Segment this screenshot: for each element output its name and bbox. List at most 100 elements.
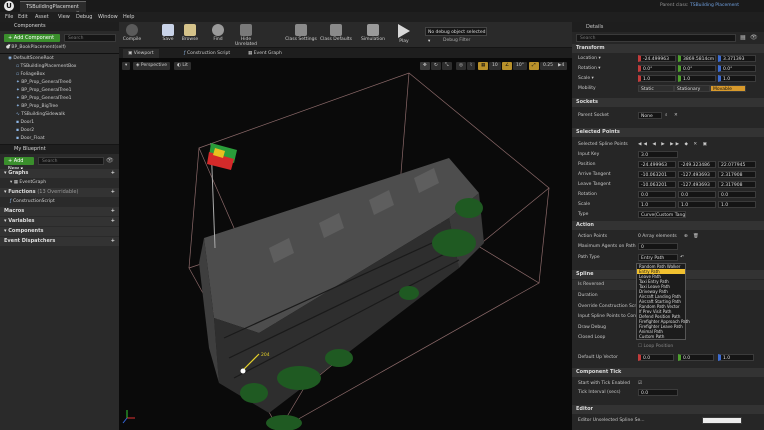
path-option[interactable]: Custom Path xyxy=(637,334,685,339)
play-button[interactable]: Play xyxy=(393,24,415,44)
viewport[interactable]: 204 xyxy=(119,48,572,430)
tab-event-graph[interactable]: ▦ Event Graph xyxy=(243,49,287,58)
point-scale-x-field[interactable]: 1.0 xyxy=(638,201,676,208)
construction-script-item[interactable]: ƒ ConstructionScript xyxy=(10,198,55,206)
search-icon[interactable]: ⌕ xyxy=(665,111,668,121)
tree-item[interactable]: ✦ BP_Prop_BigTree xyxy=(16,103,58,111)
location-y-field[interactable]: 3869.5814cm xyxy=(678,55,716,62)
menu-view[interactable]: View xyxy=(58,12,70,22)
mobility-static-button[interactable]: Static xyxy=(638,85,674,92)
scale-z-field[interactable]: 1.0 xyxy=(718,75,756,82)
add-graph-icon[interactable]: + xyxy=(111,169,115,178)
rotation-snap-value[interactable]: 10° xyxy=(513,62,527,70)
sockets-section[interactable]: Sockets xyxy=(572,98,764,107)
blueprint-search-input[interactable]: Search xyxy=(38,157,104,165)
components-search-input[interactable]: Search xyxy=(64,34,116,42)
rotation-x-field[interactable]: 0.0° xyxy=(638,65,676,72)
clear-icon[interactable]: ✕ xyxy=(674,111,678,121)
transform-section[interactable]: Transform xyxy=(572,44,764,53)
leave-x-field[interactable]: -10.063201 xyxy=(638,181,676,188)
menu-window[interactable]: Window xyxy=(98,12,118,22)
parent-class-link[interactable]: TSBuilding Placement xyxy=(690,3,739,8)
view-options-icon[interactable]: ▦ xyxy=(740,34,746,41)
point-rotation-y-field[interactable]: 0.0 xyxy=(678,191,716,198)
compile-button[interactable]: Compile xyxy=(121,24,143,42)
visibility-icon[interactable]: 👁 xyxy=(750,34,758,41)
mobility-movable-button[interactable]: Movable xyxy=(710,85,746,92)
rotate-tool-icon[interactable]: ↻ xyxy=(431,62,441,70)
event-graph-item[interactable]: ▾ ▦ EventGraph xyxy=(10,179,46,187)
debug-object-select[interactable]: No debug object selected ▾ xyxy=(425,27,487,44)
tab-construction-script[interactable]: ƒ Construction Script xyxy=(179,49,235,58)
add-element-icon[interactable]: ⊕ xyxy=(684,232,688,242)
tab-viewport[interactable]: ▣ Viewport xyxy=(123,49,159,58)
leave-z-field[interactable]: 2.317908 xyxy=(718,181,756,188)
location-x-field[interactable]: -24.499963 xyxy=(638,55,676,62)
macros-section[interactable]: Macros + xyxy=(0,207,119,216)
scale-snap-toggle[interactable]: ⤢ xyxy=(529,62,539,70)
location-label[interactable]: Location ▾ xyxy=(578,54,601,64)
tree-item[interactable]: ▫ TSBuildingPlacementBox xyxy=(16,63,76,71)
menu-help[interactable]: Help xyxy=(123,12,134,22)
unreal-logo-icon[interactable]: U xyxy=(4,1,14,11)
point-scale-z-field[interactable]: 1.0 xyxy=(718,201,756,208)
reset-to-default-icon[interactable]: ↶ xyxy=(680,253,684,263)
graphs-section[interactable]: ▾ Graphs + xyxy=(0,169,119,178)
tree-item[interactable]: ✦ BP_Prop_GeneralTree0 xyxy=(16,79,71,87)
surface-snap-icon[interactable]: ⌇ xyxy=(467,62,476,70)
menu-edit[interactable]: Edit xyxy=(18,12,28,22)
simulation-button[interactable]: Simulation xyxy=(359,24,387,42)
add-variable-icon[interactable]: + xyxy=(111,217,115,226)
find-button[interactable]: Find xyxy=(207,24,229,42)
point-type-select[interactable]: Curve(Custom Tangent) xyxy=(638,211,686,218)
editor-section[interactable]: Editor xyxy=(572,405,764,414)
rotation-y-field[interactable]: 0.0° xyxy=(678,65,716,72)
default-up-y-field[interactable]: 0.0 xyxy=(678,354,714,361)
variables-section[interactable]: ▾ Variables + xyxy=(0,217,119,226)
document-tab[interactable]: TSBuildingPlacement ✕ xyxy=(20,1,86,16)
menu-asset[interactable]: Asset xyxy=(35,12,49,22)
leave-y-field[interactable]: -127.493693 xyxy=(678,181,716,188)
browse-button[interactable]: Browse xyxy=(179,24,201,42)
mobility-stationary-button[interactable]: Stationary xyxy=(674,85,710,92)
selected-points-section[interactable]: Selected Points xyxy=(572,128,764,137)
rotation-z-field[interactable]: 0.0° xyxy=(718,65,756,72)
tree-item[interactable]: ✦ BP_Prop_GeneralTree1 xyxy=(16,95,71,103)
class-defaults-button[interactable]: Class Defaults xyxy=(319,24,353,42)
tree-item[interactable]: ▪ Door2 xyxy=(16,127,34,135)
add-component-button[interactable]: + Add Component ▾ xyxy=(4,34,60,49)
arrive-x-field[interactable]: -10.063201 xyxy=(638,171,676,178)
max-agents-field[interactable]: 0 xyxy=(638,243,678,250)
tree-item[interactable]: ▫ FoliageBox xyxy=(16,71,45,79)
component-self-item[interactable]: ● BP_BookPlacement(self) xyxy=(6,44,66,52)
scale-y-field[interactable]: 1.0 xyxy=(678,75,716,82)
save-button[interactable]: Save xyxy=(157,24,179,42)
scale-tool-icon[interactable]: ⤡ xyxy=(442,62,452,70)
location-z-field[interactable]: 3.371393 xyxy=(718,55,756,62)
grid-snap-value[interactable]: 10 xyxy=(489,62,501,70)
perspective-button[interactable]: ◈ Perspective xyxy=(133,62,170,70)
editor-unselected-color[interactable] xyxy=(702,417,742,424)
translate-tool-icon[interactable]: ✥ xyxy=(420,62,430,70)
default-up-z-field[interactable]: 1.0 xyxy=(718,354,754,361)
scale-snap-value[interactable]: 0.25 xyxy=(540,62,557,70)
tree-item[interactable]: ▪ Door_Float xyxy=(16,135,45,141)
menu-debug[interactable]: Debug xyxy=(76,12,92,22)
parent-socket-field[interactable]: None xyxy=(638,112,662,119)
class-settings-button[interactable]: Class Settings xyxy=(285,24,317,42)
camera-speed-value[interactable]: ▶4 xyxy=(555,62,568,70)
tree-item[interactable]: ◉ DefaultSceneRoot xyxy=(8,55,54,63)
tree-item[interactable]: ▪ Door1 xyxy=(16,119,34,127)
components-section[interactable]: ▾ Components xyxy=(0,227,119,236)
functions-section[interactable]: ▾ Functions (13 Overridable) + xyxy=(0,188,119,197)
details-search-input[interactable]: Search xyxy=(576,34,736,42)
point-rotation-x-field[interactable]: 0.0 xyxy=(638,191,676,198)
point-scale-y-field[interactable]: 1.0 xyxy=(678,201,716,208)
viewport-options-button[interactable]: ▾ xyxy=(122,62,131,70)
menu-file[interactable]: File xyxy=(5,12,13,22)
position-z-field[interactable]: 22.077945 xyxy=(718,161,756,168)
view-mode-button[interactable]: ◐ Lit xyxy=(174,62,191,70)
rotation-label[interactable]: Rotation ▾ xyxy=(578,64,601,74)
scale-label[interactable]: Scale ▾ xyxy=(578,74,594,84)
arrive-z-field[interactable]: 2.317908 xyxy=(718,171,756,178)
